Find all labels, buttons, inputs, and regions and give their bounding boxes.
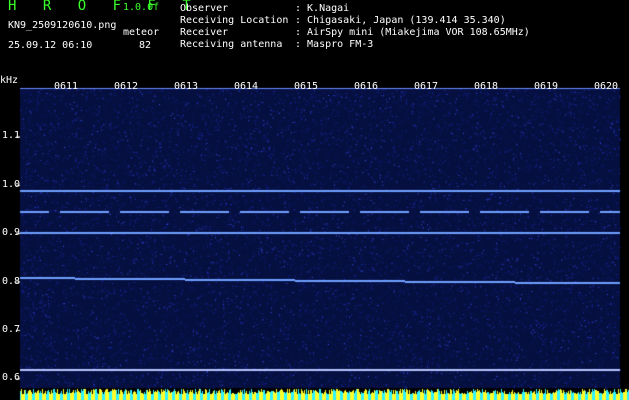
observation-info: Observer : K.Nagai Receiving Location : … bbox=[180, 3, 530, 51]
info-key: Receiving antenna bbox=[180, 39, 283, 50]
x-tick-label: 0611 bbox=[54, 81, 79, 92]
info-value: : Chigasaki, Japan (139.414 35.340) bbox=[295, 15, 506, 26]
x-tick-label: 0617 bbox=[414, 81, 439, 92]
x-tick-label: 0615 bbox=[294, 81, 319, 92]
filename-label: KN9_2509120610.png bbox=[8, 20, 117, 31]
info-value: : K.Nagai bbox=[295, 3, 350, 14]
info-key: Receiving Location bbox=[180, 15, 289, 26]
info-key: Observer bbox=[180, 3, 229, 14]
x-tick-label: 0616 bbox=[354, 81, 379, 92]
info-row-location: Receiving Location : Chigasaki, Japan (1… bbox=[180, 15, 530, 27]
x-tick-label: 0612 bbox=[114, 81, 139, 92]
y-axis-unit-label: kHz bbox=[0, 75, 19, 86]
y-tick-label: 0.7 bbox=[2, 323, 21, 335]
meteor-count: 82 bbox=[139, 40, 152, 51]
info-key: Receiver bbox=[180, 27, 229, 38]
datetime-label: 25.09.12 06:10 bbox=[8, 40, 93, 51]
info-value: : AirSpy mini (Miakejima VOR 108.65MHz) bbox=[295, 27, 530, 38]
info-row-observer: Observer : K.Nagai bbox=[180, 3, 530, 15]
info-value: : Maspro FM-3 bbox=[295, 39, 374, 50]
y-tick-label: 0.8 bbox=[2, 275, 21, 287]
y-tick-label: 1.0 bbox=[2, 178, 21, 190]
version-label: 1.0.0f bbox=[123, 2, 160, 13]
spectrogram-plot bbox=[0, 75, 629, 400]
app-title: H R O F F T bbox=[8, 0, 200, 14]
x-tick-label: 0613 bbox=[174, 81, 199, 92]
y-tick-label: 0.9 bbox=[2, 227, 21, 239]
info-row-antenna: Receiving antenna : Maspro FM-3 bbox=[180, 39, 530, 51]
y-tick-label: 0.6 bbox=[2, 372, 21, 384]
x-tick-label: 0619 bbox=[534, 81, 559, 92]
x-tick-label: 0614 bbox=[234, 81, 259, 92]
info-row-receiver: Receiver : AirSpy mini (Miakejima VOR 10… bbox=[180, 27, 530, 39]
x-tick-label: 0620 bbox=[594, 81, 619, 92]
x-tick-label: 0618 bbox=[474, 81, 499, 92]
y-tick-label: 1.1 bbox=[2, 130, 21, 142]
meteor-label: meteor bbox=[123, 27, 160, 38]
